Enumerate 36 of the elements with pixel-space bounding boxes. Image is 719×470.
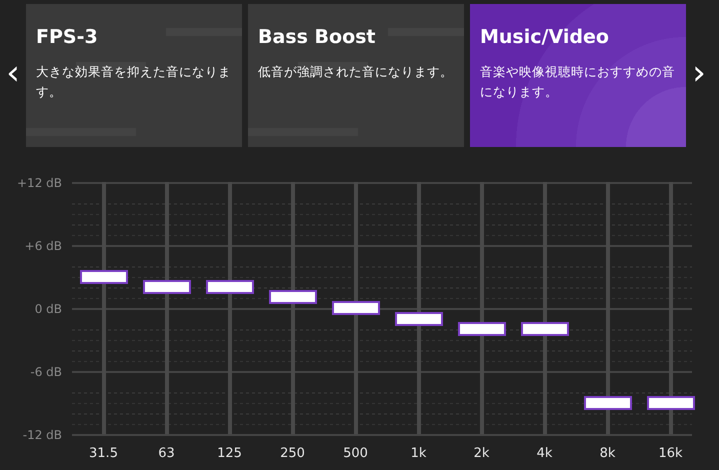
slider-thumb[interactable]	[268, 290, 316, 304]
slider-thumb[interactable]	[458, 322, 506, 336]
frequency-label: 2k	[474, 446, 490, 461]
slider-thumb[interactable]	[206, 280, 254, 294]
frequency-label: 31.5	[89, 446, 118, 461]
axis-label: +12 dB	[17, 175, 62, 191]
slider-thumb[interactable]	[394, 312, 442, 326]
frequency-label: 125	[217, 446, 242, 461]
slider-thumb[interactable]	[332, 301, 380, 315]
preset-card[interactable]: Bass Boost 低音が強調された音になります。	[248, 4, 464, 147]
slider-thumb[interactable]	[80, 270, 128, 284]
preset-card[interactable]: Music/Video 音楽や映像視聴時におすすめの音になります。	[470, 4, 686, 147]
slider-thumb[interactable]	[646, 396, 694, 410]
frequency-label: 4k	[536, 446, 552, 461]
preset-description: 低音が強調された音になります。	[258, 63, 454, 81]
previous-button[interactable]: ‹	[0, 4, 26, 147]
slider-thumb[interactable]	[142, 280, 190, 294]
preset-title: Bass Boost	[258, 26, 377, 48]
slider-thumb[interactable]	[584, 396, 632, 410]
axis-label: +6 dB	[24, 238, 62, 254]
preset-description: 大きな効果音を抑えた音になります。	[36, 63, 232, 101]
frequency-label: 500	[343, 446, 368, 461]
axis-label: -12 dB	[22, 427, 62, 443]
frequency-label: 250	[280, 446, 305, 461]
next-button[interactable]: ›	[686, 4, 712, 147]
frequency-label: 8k	[600, 446, 616, 461]
slider-thumb[interactable]	[520, 322, 568, 336]
frequency-label: 1k	[410, 446, 426, 461]
frequency-label: 16k	[658, 446, 683, 461]
preset-description: 音楽や映像視聴時におすすめの音になります。	[480, 63, 676, 101]
axis-label: -6 dB	[30, 364, 62, 380]
frequency-label: 63	[158, 446, 175, 461]
axis-label: 0 dB	[34, 301, 62, 317]
preset-card[interactable]: FPS-3 大きな効果音を抑えた音になります。	[26, 4, 242, 147]
preset-title: FPS-3	[36, 26, 99, 48]
preset-title: Music/Video	[480, 26, 610, 48]
